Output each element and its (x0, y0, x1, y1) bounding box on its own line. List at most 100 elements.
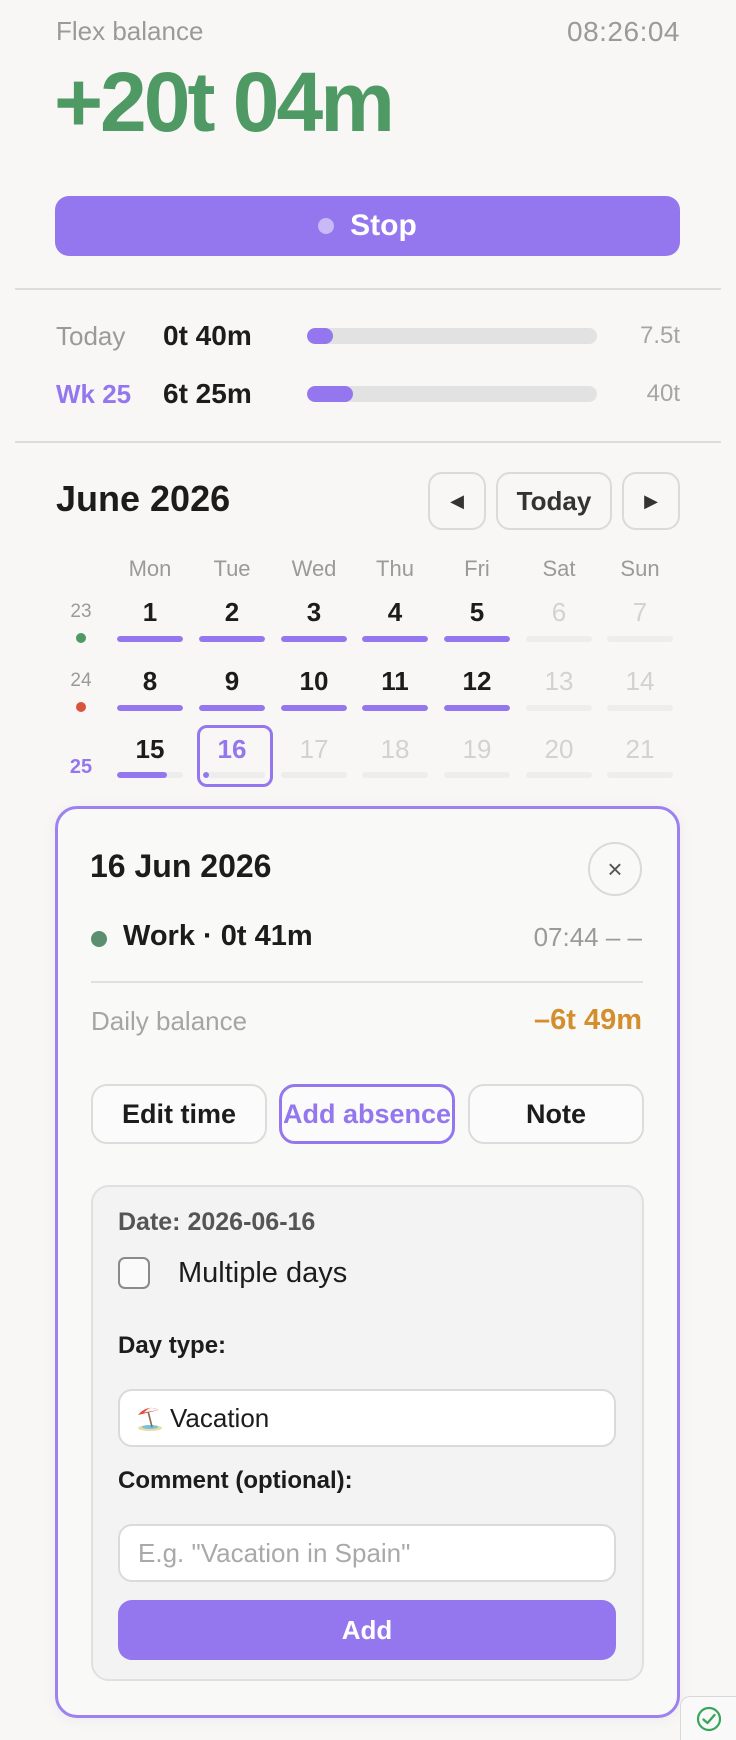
day-progress-fill (362, 705, 428, 711)
day-progress-fill (117, 705, 183, 711)
day-progress-fill (444, 705, 510, 711)
day-progress-bar (362, 705, 428, 711)
day-progress-bar (362, 636, 428, 642)
divider (15, 441, 721, 443)
day-progress-fill (199, 705, 265, 711)
calendar-day[interactable]: 17 (281, 734, 347, 765)
daily-balance-value: –6t 49m (533, 1004, 642, 1036)
previous-month-button[interactable]: ◀ (428, 472, 486, 530)
comment-label: Comment (optional): (118, 1467, 353, 1494)
week-label: Wk 25 (56, 378, 132, 409)
calendar-day[interactable]: 11 (362, 666, 428, 697)
day-progress-bar (526, 705, 592, 711)
week-progress-row: Wk 25 6t 25m 40t (56, 374, 680, 414)
today-button[interactable]: Today (496, 472, 612, 530)
calendar-day[interactable]: 14 (607, 666, 673, 697)
weekday-header: Fri (464, 556, 490, 581)
today-target: 7.5t (639, 322, 680, 349)
day-progress-fill (117, 772, 167, 778)
calendar-day[interactable]: 4 (362, 597, 428, 628)
week-status-dot-icon (76, 633, 86, 643)
close-icon: × (607, 853, 623, 884)
calendar-day[interactable]: 15 (117, 734, 183, 765)
status-indicator (680, 1696, 736, 1740)
next-month-button[interactable]: ▶ (622, 472, 680, 530)
day-progress-bar (362, 772, 428, 778)
close-button[interactable]: × (588, 842, 642, 896)
calendar-day[interactable]: 12 (444, 666, 510, 697)
calendar-day[interactable]: 13 (526, 666, 592, 697)
calendar-day[interactable]: 18 (362, 734, 428, 765)
calendar-day[interactable]: 5 (444, 597, 510, 628)
day-type-value: Vacation (170, 1402, 270, 1433)
day-progress-bar (526, 772, 592, 778)
add-button[interactable]: Add (118, 1600, 616, 1660)
next-icon: ▶ (644, 490, 658, 511)
week-progress-fill (307, 386, 354, 402)
calendar-day[interactable]: 9 (199, 666, 265, 697)
day-type-label: Day type: (118, 1332, 227, 1359)
day-progress-bar (199, 705, 265, 711)
check-circle-icon (696, 1706, 721, 1731)
work-status-dot-icon (91, 931, 107, 947)
day-progress-fill (117, 636, 183, 642)
week-status-dot-icon (76, 702, 86, 712)
week-value: 6t 25m (163, 378, 252, 409)
calendar-day[interactable]: 2 (199, 597, 265, 628)
week-number: 25 (69, 756, 93, 778)
weekday-header: Thu (376, 556, 414, 581)
weekday-header: Tue (213, 556, 251, 581)
clock: 08:26:04 (567, 16, 680, 47)
day-progress-fill (444, 636, 510, 642)
comment-input[interactable] (118, 1524, 616, 1582)
calendar-day[interactable]: 7 (607, 597, 673, 628)
calendar-day[interactable]: 19 (444, 734, 510, 765)
stop-button[interactable]: Stop (55, 196, 680, 256)
today-value: 0t 40m (163, 320, 252, 351)
today-progress-bar (307, 328, 597, 344)
calendar-day[interactable]: 10 (281, 666, 347, 697)
calendar-day[interactable]: 6 (526, 597, 592, 628)
week-number: 24 (70, 670, 92, 691)
week-number: 23 (70, 601, 92, 622)
flex-balance-label: Flex balance (56, 16, 204, 46)
day-progress-fill (203, 772, 209, 778)
stop-button-label: Stop (350, 209, 417, 242)
multiple-days-checkbox[interactable] (118, 1257, 150, 1289)
work-entry-time: 07:44 – – (533, 922, 642, 952)
day-progress-bar (607, 705, 673, 711)
day-progress-bar (444, 772, 510, 778)
calendar-day[interactable]: 21 (607, 734, 673, 765)
day-progress-fill (362, 636, 428, 642)
beach-umbrella-icon (138, 1407, 162, 1431)
form-date: Date: 2026-06-16 (118, 1208, 316, 1236)
day-progress-fill (199, 636, 265, 642)
weekday-header: Sun (620, 556, 660, 581)
day-type-select[interactable]: Vacation (118, 1389, 616, 1447)
day-progress-bar (526, 636, 592, 642)
work-entry-label: Work · 0t 41m (123, 920, 313, 952)
day-progress-fill (281, 636, 347, 642)
today-progress-fill (307, 328, 334, 344)
day-progress-bar (607, 772, 673, 778)
calendar-day[interactable]: 16 (199, 734, 265, 765)
calendar-day[interactable]: 8 (117, 666, 183, 697)
day-progress-bar (199, 636, 265, 642)
day-progress-bar (281, 772, 347, 778)
day-progress-bar (444, 636, 510, 642)
divider (15, 288, 721, 290)
add-absence-button[interactable]: Add absence (279, 1084, 455, 1144)
day-progress-bar (607, 636, 673, 642)
weekday-header: Mon (128, 556, 172, 581)
flex-balance-value: +20t 04m (54, 55, 395, 149)
day-progress-bar (117, 772, 183, 778)
day-progress-fill (281, 705, 347, 711)
calendar-day[interactable]: 1 (117, 597, 183, 628)
edit-time-button[interactable]: Edit time (91, 1084, 267, 1144)
month-title: June 2026 (56, 478, 231, 519)
previous-icon: ◀ (450, 490, 464, 511)
calendar-day[interactable]: 20 (526, 734, 592, 765)
calendar-day[interactable]: 3 (281, 597, 347, 628)
note-button[interactable]: Note (468, 1084, 644, 1144)
daily-balance-label: Daily balance (91, 1006, 248, 1036)
